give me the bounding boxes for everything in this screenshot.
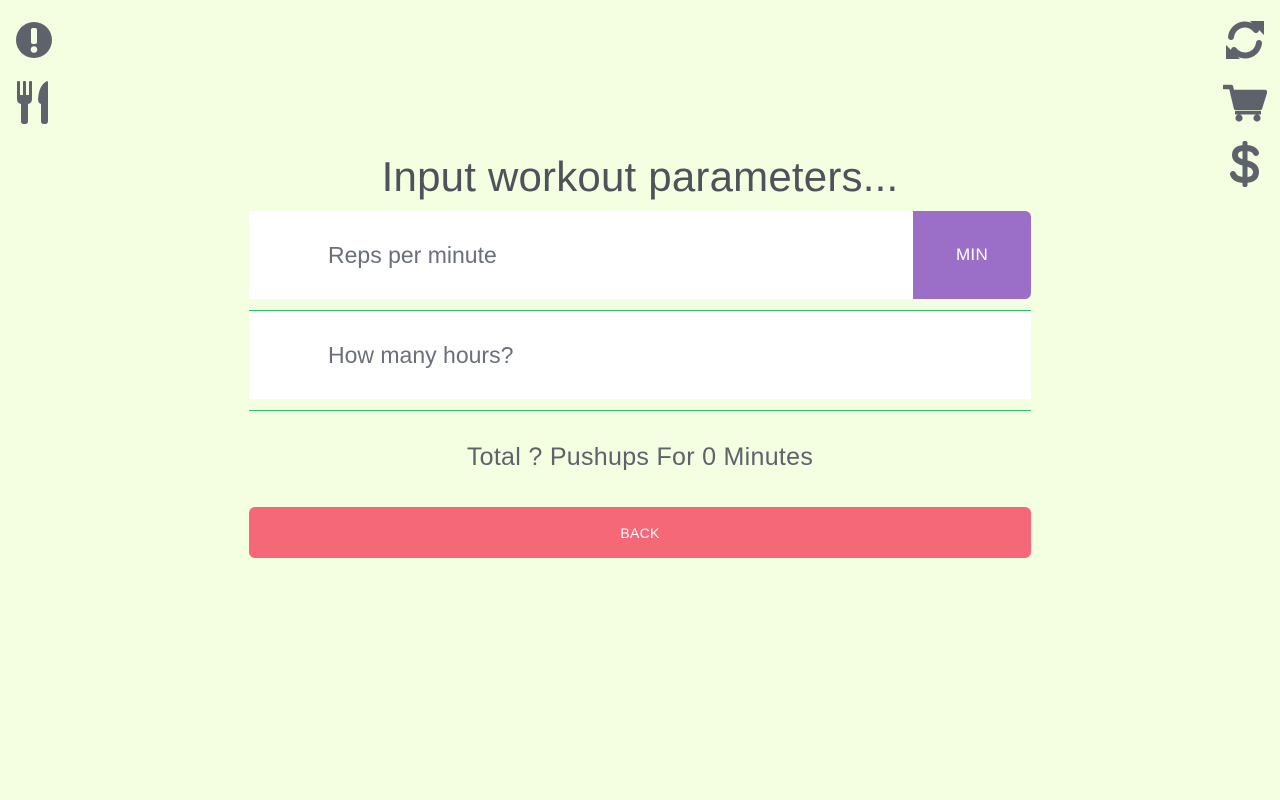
reps-per-minute-input[interactable]	[249, 211, 913, 299]
cart-button[interactable]	[1223, 84, 1267, 122]
alert-icon	[16, 22, 52, 58]
back-button[interactable]: BACK	[249, 507, 1031, 558]
unit-min-label: MIN	[955, 245, 989, 264]
reps-field-row: MIN	[249, 211, 1031, 299]
hours-input[interactable]	[249, 311, 1031, 399]
hours-field-row	[249, 311, 1031, 399]
refresh-icon	[1226, 21, 1264, 59]
hours-field-underline	[249, 410, 1031, 411]
food-button[interactable]	[15, 81, 53, 125]
alert-button[interactable]	[15, 21, 53, 59]
page-title: Input workout parameters...	[381, 153, 899, 200]
workout-summary: Total ? Pushups For 0 Minutes	[466, 443, 814, 471]
unit-min-button[interactable]: MIN	[913, 211, 1031, 299]
back-button-label: BACK	[620, 524, 660, 541]
utensils-icon	[17, 81, 48, 124]
refresh-button[interactable]	[1224, 19, 1266, 61]
cart-icon	[1223, 84, 1267, 122]
